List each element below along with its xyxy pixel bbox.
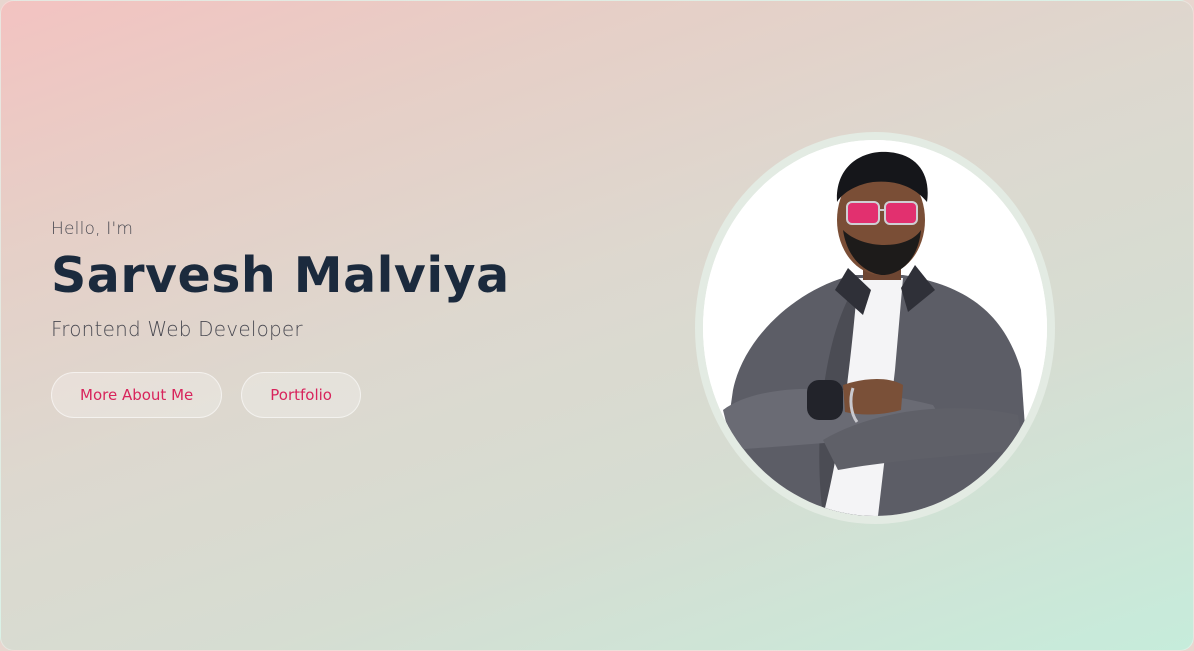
hero-section: Hello, I'm Sarvesh Malviya Frontend Web … [0, 0, 1194, 651]
profile-name: Sarvesh Malviya [51, 247, 510, 304]
profile-photo [703, 140, 1047, 516]
hero-actions: More About Me Portfolio [51, 371, 651, 418]
more-about-me-button[interactable]: More About Me [51, 371, 223, 418]
intro-block: Hello, I'm Sarvesh Malviya Frontend Web … [51, 219, 651, 418]
profile-photo-frame [695, 132, 1055, 524]
profile-role: Frontend Web Developer [51, 316, 303, 341]
portrait-illustration [703, 140, 1047, 516]
greeting-text: Hello, I'm [51, 219, 134, 239]
portfolio-button[interactable]: Portfolio [241, 371, 361, 418]
